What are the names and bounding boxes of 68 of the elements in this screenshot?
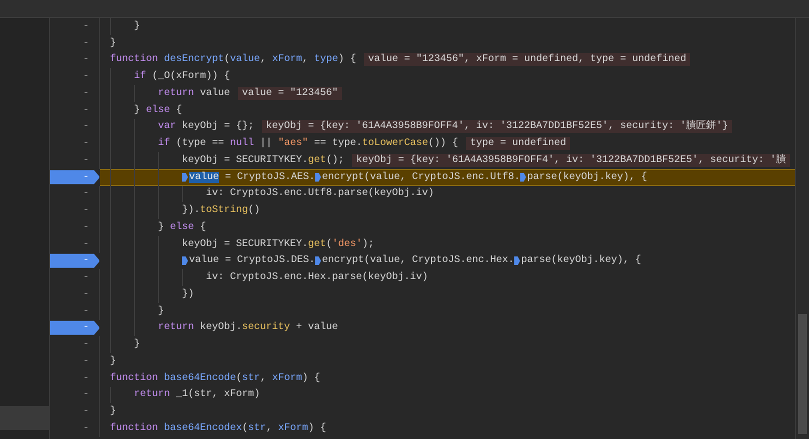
gutter-mark[interactable]: - — [50, 420, 100, 437]
gutter-mark[interactable]: - — [50, 118, 100, 136]
gutter-mark[interactable]: - — [50, 135, 100, 152]
inline-value: keyObj = {key: '61A4A3958B9FOFF4', iv: '3122BA7DD1BF52E5', security: '膭匠鉼'} — [262, 120, 732, 134]
code-text: }) — [181, 288, 194, 300]
code-text: } else { — [157, 222, 206, 233]
inline-value: type = undefined — [466, 137, 570, 150]
inline-breakpoint-icon[interactable] — [182, 256, 188, 266]
code-text: parse(keyObj.key), { — [521, 255, 642, 266]
code-text: return value — [157, 88, 230, 99]
gutter-mark[interactable]: - — [50, 18, 100, 35]
breakpoint-marker[interactable]: - — [50, 168, 100, 186]
code-text: iv: CryptoJS.enc.Utf8.parse(keyObj.iv) — [205, 188, 434, 200]
gutter-mark[interactable]: - — [50, 68, 100, 85]
gutter-mark[interactable]: - — [50, 336, 100, 353]
inline-breakpoint-icon[interactable] — [514, 256, 520, 266]
inline-breakpoint-icon[interactable] — [315, 256, 322, 266]
code-text: var keyObj = {}; — [157, 121, 254, 132]
gutter-mark[interactable]: - — [50, 286, 100, 303]
code-text: } — [110, 356, 116, 367]
breakpoint-marker[interactable]: - — [50, 320, 100, 336]
breakpoint-marker[interactable]: - — [50, 252, 100, 270]
code-text: encrypt(value, CryptoJS.enc.Hex. — [322, 255, 514, 266]
code-text: function base64Encode(str, xForm) { — [110, 372, 320, 384]
gutter-mark[interactable]: - — [50, 236, 100, 252]
gutter-mark[interactable]: - — [50, 386, 100, 404]
scrollbar[interactable] — [795, 18, 809, 439]
gutter-mark[interactable]: - — [50, 353, 100, 370]
code-text: }).toString() — [181, 205, 260, 216]
code-text: value = CryptoJS.DES. — [189, 255, 316, 266]
code-text: } — [157, 306, 164, 317]
code-text: } else { — [133, 104, 182, 116]
code-text: } — [110, 406, 116, 418]
code-text: iv: CryptoJS.enc.Hex.parse(keyObj.iv) — [205, 272, 428, 284]
scrollbar-thumb[interactable] — [798, 314, 807, 434]
code-text: return _1(str, xForm) — [133, 389, 260, 400]
code-text: if (type == null || "aes" == type.toLowerCase()) { — [157, 138, 458, 150]
code-text: keyObj = SECURITYKEY.get(); — [181, 154, 344, 166]
gutter-mark[interactable]: - — [50, 219, 100, 236]
code-text: if (_O(xForm)) { — [133, 71, 230, 82]
code-text: parse(keyObj.key), { — [527, 172, 648, 183]
code-text: return keyObj.security + value — [157, 322, 338, 334]
gutter-mark[interactable]: - — [50, 302, 100, 320]
inline-value: keyObj = {key: '61A4A3958B9FOFF4', iv: '3122BA7DD1BF52E5', security: '膭 — [352, 154, 790, 167]
inline-breakpoint-icon[interactable] — [182, 172, 188, 182]
gutter-mark[interactable]: - — [50, 85, 100, 102]
gutter-mark[interactable]: - — [50, 403, 100, 420]
code-text: function desEncrypt(value, xForm, type) { — [110, 54, 356, 66]
code-text: } — [110, 38, 116, 49]
code-text: encrypt(value, CryptoJS.enc.Utf8. — [322, 172, 520, 183]
inline-value: value = "123456", xForm = undefined, type = undefined — [364, 53, 690, 66]
code-text: } — [133, 339, 140, 350]
gutter-mark[interactable]: - — [50, 269, 100, 286]
inline-breakpoint-icon[interactable] — [520, 172, 526, 182]
gutter-mark[interactable]: - — [50, 152, 100, 169]
gutter-mark[interactable]: - — [50, 34, 100, 52]
gutter-mark[interactable]: - — [50, 102, 100, 118]
gutter-mark[interactable]: - — [50, 202, 100, 219]
code-text: } — [133, 20, 140, 32]
code-text: = CryptoJS.AES. — [224, 172, 316, 183]
gutter-mark[interactable]: - — [50, 186, 100, 202]
code-text: keyObj = SECURITYKEY.get('des'); — [181, 238, 374, 250]
inline-breakpoint-icon[interactable] — [315, 172, 322, 182]
code-text: function base64Encodex(str, xForm) { — [110, 422, 326, 434]
inline-value: value = "123456" — [238, 86, 342, 100]
gutter-mark[interactable]: - — [50, 370, 100, 386]
gutter-mark[interactable]: - — [50, 52, 100, 68]
selected-text: value — [189, 172, 220, 183]
